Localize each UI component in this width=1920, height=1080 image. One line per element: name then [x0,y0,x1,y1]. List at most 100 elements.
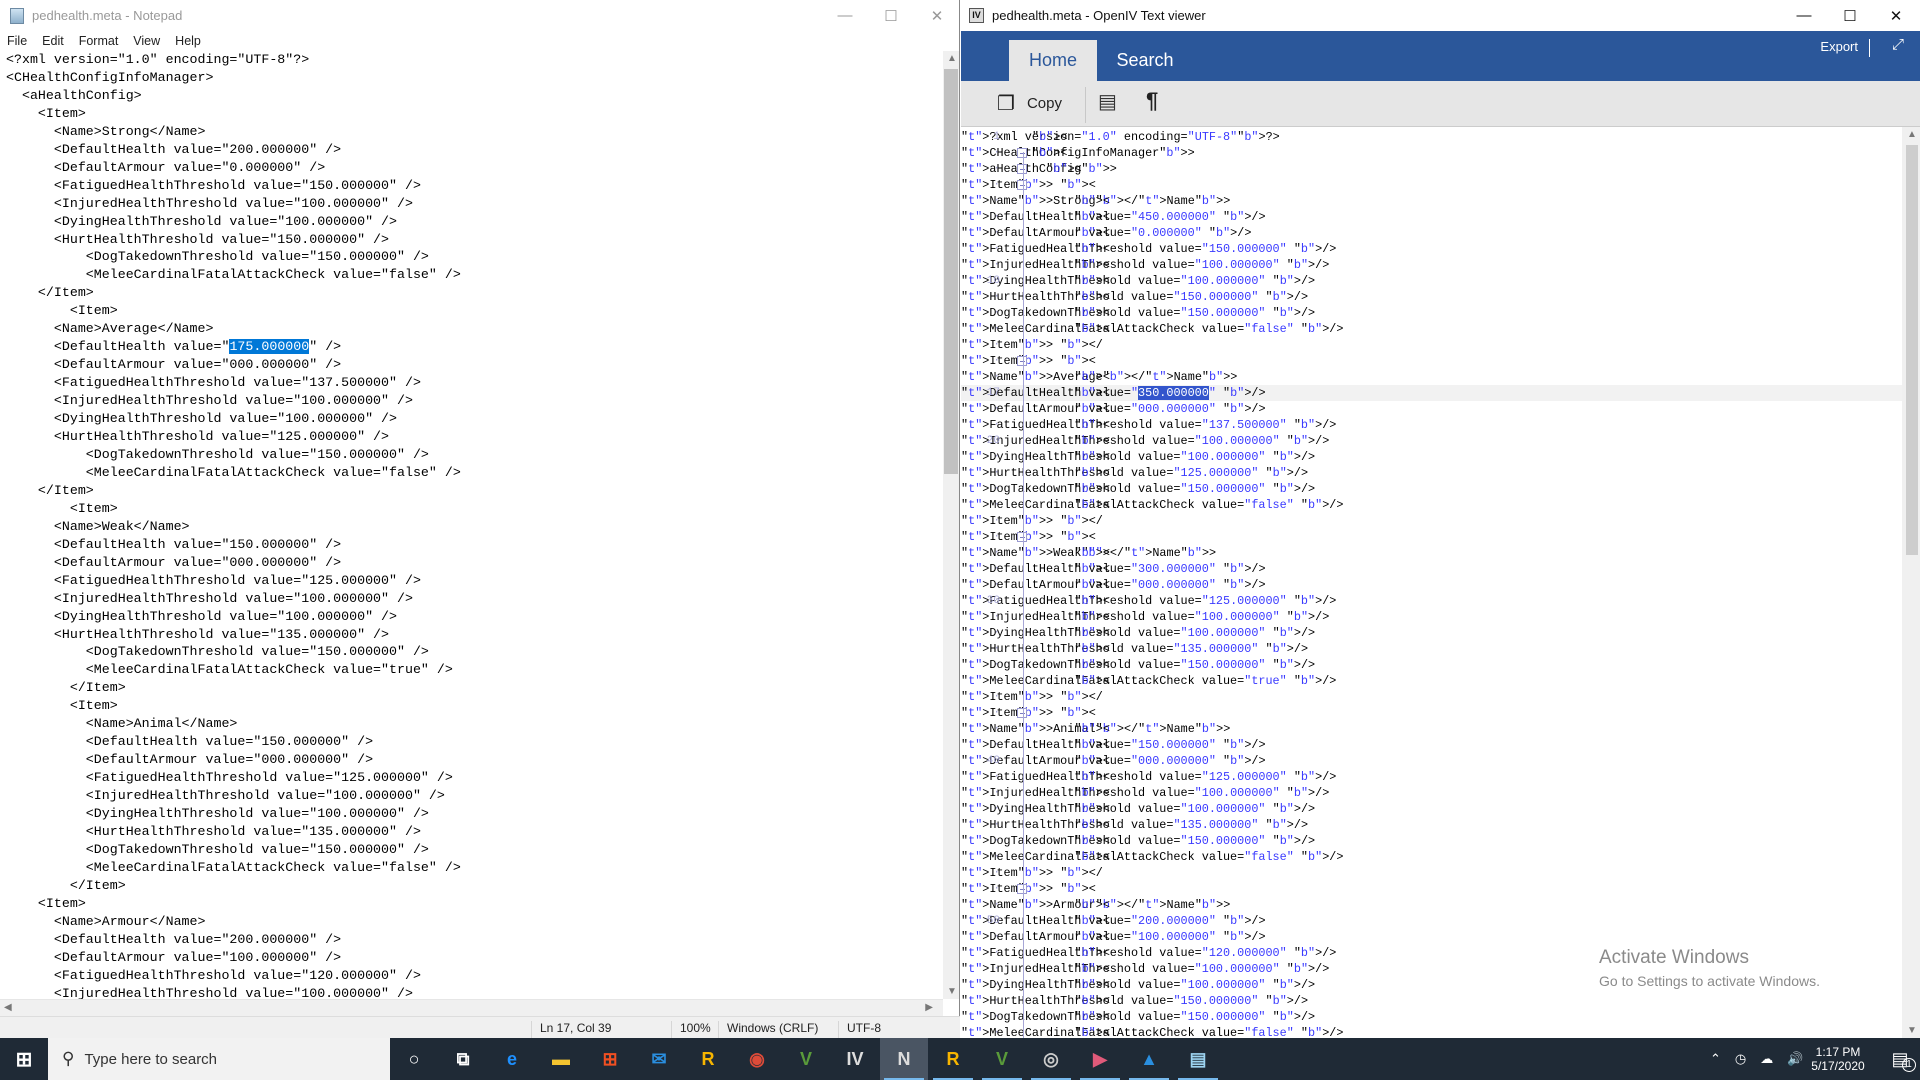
selected-text: 175.000000 [229,339,310,355]
taskbar-notepad[interactable]: ▤ [1174,1038,1222,1080]
taskbar-rockstar[interactable]: R [929,1038,977,1080]
notepad-horizontal-scrollbar[interactable]: ◀ ▶ [0,999,943,1016]
show-hidden-icons-icon[interactable]: ⌃ [1710,1051,1721,1067]
code-line: · "b"><"t">Item"b">> [961,178,1096,192]
store-icon: ⊞ [602,1048,618,1069]
code-text: "b">< [1074,898,1110,912]
code-line: · "b"><"t">Item"b">> [961,354,1096,368]
onedrive-icon[interactable]: ☁ [1760,1051,1773,1067]
scroll-left-icon[interactable]: ◀ [4,1002,12,1013]
taskbar-edge[interactable]: e [488,1038,536,1080]
maximize-button[interactable]: ☐ [868,0,914,31]
collapse-icon[interactable] [1017,180,1027,190]
menu-file[interactable]: File [0,31,35,51]
minimize-button[interactable]: — [1781,0,1827,31]
code-line: · "b">< "t">DogTakedownThreshold value="1… [961,1010,1316,1024]
taskbar-obs[interactable]: ◎ [1027,1038,1075,1080]
code-line: · "b">< "t">Name"b">>Armour"b"></"t">Name… [961,898,1231,912]
code-line: · "b">< "t">DyingHealthThreshold value="1… [961,626,1316,640]
notification-center-button[interactable]: ▤ 1 [1880,1038,1920,1080]
line-number: · [993,403,1000,415]
taskbar-video-editor[interactable]: ▶ [1076,1038,1124,1080]
close-button[interactable]: ✕ [1873,0,1919,31]
line-number: · [993,1027,1000,1038]
line-number: · [993,947,1000,959]
taskbar-cortana[interactable]: ○ [390,1038,438,1080]
toolbar-divider [1085,87,1086,123]
line-number: · [993,179,1000,191]
line-number: · [993,739,1000,751]
code-text: "b">< [1060,706,1096,720]
openiv-vertical-scrollbar[interactable]: ▲ ▼ [1902,127,1920,1038]
word-wrap-icon[interactable]: ▤ [1098,89,1117,114]
collapse-icon[interactable] [1017,708,1027,718]
code-text: "b">< [1074,322,1110,336]
menu-edit[interactable]: Edit [35,31,72,51]
notification-count: 1 [1902,1058,1916,1072]
code-line: 10 "b">< "t">DyingHealthThreshold value="… [961,274,1316,288]
scrollbar-thumb[interactable] [944,69,958,474]
copy-button[interactable]: ❐ Copy [997,91,1062,116]
network-icon[interactable]: ◷ [1735,1051,1746,1067]
photos-icon: ▲ [1140,1048,1158,1069]
export-button[interactable]: Export [1820,39,1858,54]
tab-search[interactable]: Search [1097,40,1193,81]
collapse-icon[interactable] [1017,532,1027,542]
openiv-title: pedhealth.meta - OpenIV Text viewer [992,8,1206,23]
openiv-title-bar[interactable]: IV pedhealth.meta - OpenIV Text viewer —… [961,0,1920,31]
menu-view[interactable]: View [126,31,168,51]
scroll-down-icon[interactable]: ▼ [1907,1025,1917,1036]
maximize-button[interactable]: ☐ [1827,0,1873,31]
notepad-line: <DefaultArmour value="000.000000" /> [6,554,342,570]
collapse-icon[interactable] [1017,148,1027,158]
taskbar-gta-v[interactable]: V [782,1038,830,1080]
pilcrow-icon[interactable]: ¶ [1146,88,1158,114]
taskbar-mail[interactable]: ✉ [635,1038,683,1080]
taskbar-photos[interactable]: ▲ [1125,1038,1173,1080]
collapse-icon[interactable] [1017,884,1027,894]
scrollbar-thumb[interactable] [1906,145,1918,555]
status-line-ending: Windows (CRLF) [718,1021,838,1039]
code-text: "b">< [1074,914,1110,928]
scroll-right-icon[interactable]: ▶ [925,1002,933,1013]
clock[interactable]: 1:17 PM 5/17/2020 [1808,1038,1868,1080]
taskbar-search-box[interactable]: ⚲ Type here to search [48,1038,390,1080]
taskbar-task-view[interactable]: ⧉ [439,1038,487,1080]
close-button[interactable]: ✕ [914,0,960,31]
taskbar-gta-v-2[interactable]: V [978,1038,1026,1080]
taskbar-store[interactable]: ⊞ [586,1038,634,1080]
notepad-line: </Item> [6,285,94,301]
expand-icon[interactable]: ⤢ [1892,36,1904,53]
notepad-vertical-scrollbar[interactable]: ▲ ▼ [943,51,959,999]
menu-format[interactable]: Format [72,31,127,51]
menu-help[interactable]: Help [168,31,209,51]
code-text: "b">< [1074,578,1110,592]
volume-icon[interactable]: 🔊 [1787,1051,1803,1067]
collapse-icon[interactable] [1017,164,1027,174]
notepad-title-bar[interactable]: pedhealth.meta - Notepad — ☐ ✕ [0,0,960,31]
scroll-up-icon[interactable]: ▲ [947,53,957,64]
notepad-text-area[interactable]: <?xml version="1.0" encoding="UTF-8"?> <C… [0,51,943,999]
scroll-down-icon[interactable]: ▼ [947,986,957,997]
collapse-icon[interactable] [1017,356,1027,366]
chrome-icon: ◉ [749,1048,765,1069]
minimize-button[interactable]: — [822,0,868,31]
notepad-app-icon [10,7,24,24]
start-button[interactable]: ⊞ [0,1038,48,1080]
code-text: "b">< [1074,770,1110,784]
code-line: · "b"></"t">Item"b">> [961,866,1103,880]
taskbar-openiv-active[interactable]: N [880,1038,928,1080]
taskbar-openiv[interactable]: IV [831,1038,879,1080]
notepad-line: <FatiguedHealthThreshold value="120.0000… [6,967,421,983]
line-number: · [993,1011,1000,1023]
notepad-line: <DefaultArmour value="100.000000" /> [6,949,342,965]
code-text: "b">< [1074,290,1110,304]
taskbar-chrome[interactable]: ◉ [733,1038,781,1080]
scroll-up-icon[interactable]: ▲ [1907,129,1917,140]
taskbar-file-explorer[interactable]: ▬ [537,1038,585,1080]
line-number: 17 [986,387,1000,399]
tab-home[interactable]: Home [1009,40,1097,81]
taskbar-rockstar-launcher[interactable]: R [684,1038,732,1080]
line-number: · [993,163,1000,175]
code-editor[interactable]: 1 "b">< "t">?xml version="1.0" encoding="U… [961,127,1902,1038]
